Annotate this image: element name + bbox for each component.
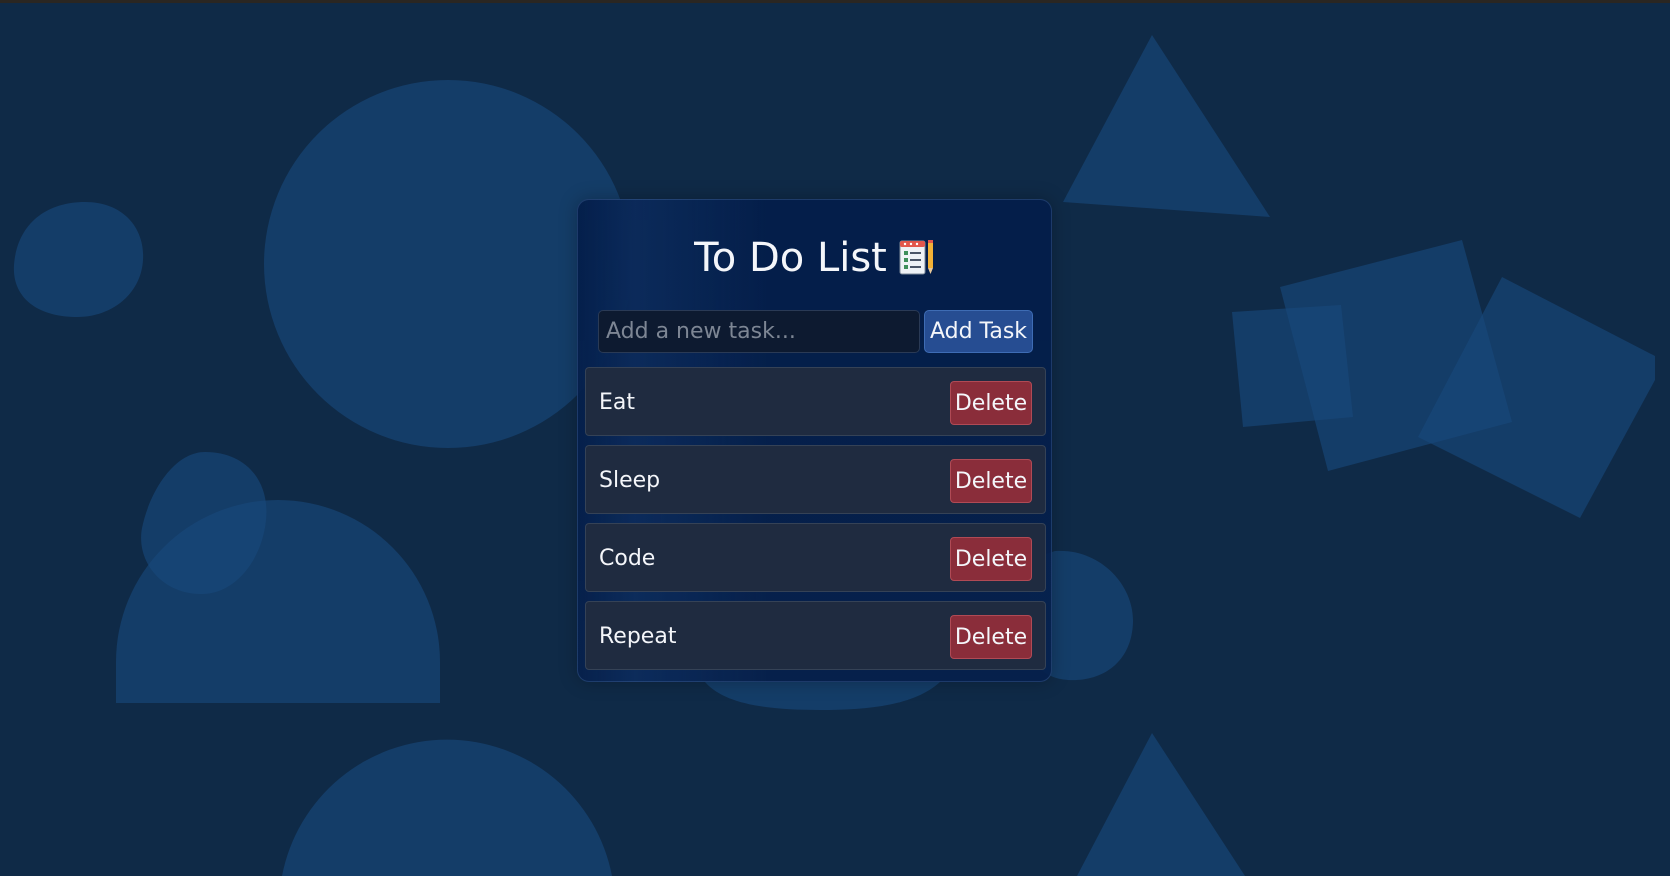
add-task-button[interactable]: Add Task — [924, 310, 1033, 353]
notepad-checklist-icon — [897, 237, 937, 288]
task-item: Repeat Delete — [585, 601, 1046, 670]
task-text: Sleep — [599, 468, 661, 493]
page-title: To Do List — [578, 234, 1053, 288]
delete-task-button[interactable]: Delete — [950, 459, 1032, 503]
task-text: Eat — [599, 390, 636, 415]
task-item: Eat Delete — [585, 367, 1046, 436]
bg-triangle-top — [1063, 35, 1270, 217]
task-list: Eat Delete Sleep Delete Code Delete Repe… — [585, 367, 1046, 679]
bg-triangle-bottom — [1077, 733, 1245, 876]
delete-task-button[interactable]: Delete — [950, 381, 1032, 425]
task-item: Sleep Delete — [585, 445, 1046, 514]
new-task-input[interactable] — [598, 310, 920, 353]
bg-bottom-circle — [282, 739, 612, 876]
task-item: Code Delete — [585, 523, 1046, 592]
title-text: To Do List — [694, 235, 887, 281]
task-text: Code — [599, 546, 656, 571]
bg-blob-under-card — [705, 682, 940, 710]
delete-task-button[interactable]: Delete — [950, 615, 1032, 659]
bg-blob-left — [13, 202, 144, 318]
task-text: Repeat — [599, 624, 677, 649]
todo-card: To Do List Add Task Eat D — [577, 199, 1052, 682]
delete-task-button[interactable]: Delete — [950, 537, 1032, 581]
